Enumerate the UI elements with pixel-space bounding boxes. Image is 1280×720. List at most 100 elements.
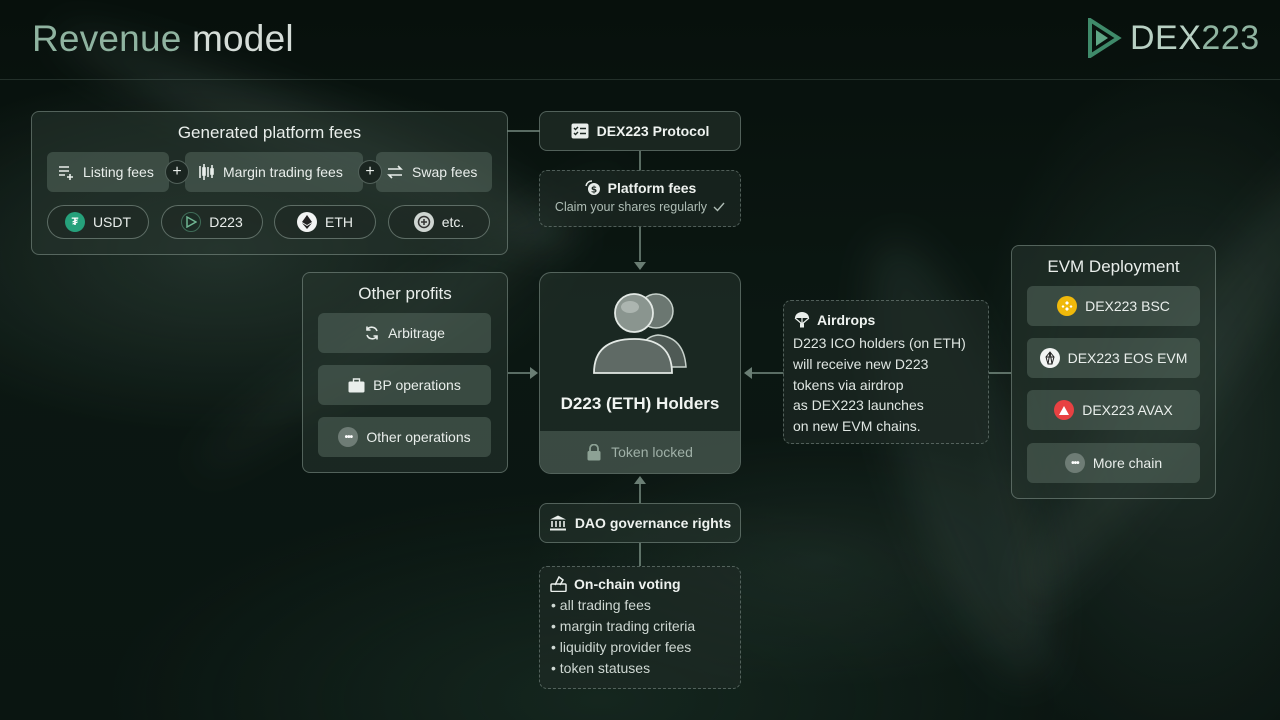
platform-fees-subtitle: Claim your shares regularly [554,200,708,214]
token-usdt: ₮ USDT [47,205,149,239]
evm-more-label: More chain [1092,455,1163,471]
ethereum-icon [297,212,317,232]
ballot-icon [550,576,567,592]
profit-arbitrage-label: Arbitrage [388,325,445,341]
header-divider [0,79,1280,80]
airdrops-line: tokens via airdrop [793,376,904,393]
page-title: Revenue model [32,18,294,60]
candlestick-icon [199,164,214,180]
voting-list-item: • margin trading criteria [551,618,696,634]
list-add-icon [59,166,73,180]
platform-fees-header: $ Platform fees [540,180,740,196]
chip-listing-fees: Listing fees [47,152,169,192]
logo-text: DEX223 [1130,19,1260,58]
token-eth: ETH [274,205,376,239]
bsc-icon [1057,296,1078,316]
arrow-into-holders-top [634,262,646,270]
voting-list-item: • all trading fees [551,597,651,613]
voting-item-text: liquidity provider fees [559,639,692,655]
airdrops-line: as DEX223 launches [793,397,924,414]
chip-margin-label: Margin trading fees [223,164,343,180]
tether-icon: ₮ [64,212,85,232]
connector-platformfees-holders [639,227,641,261]
evm-bsc-label: DEX223 BSC [1085,298,1170,314]
chip-listing-label: Listing fees [83,164,154,180]
arrow-into-holders-left [530,367,538,379]
airdrops-header: Airdrops [794,311,988,329]
voting-title: On-chain voting [574,576,681,592]
holders-title: D223 (ETH) Holders [560,394,720,413]
chip-swap-fees: Swap fees [376,152,492,192]
connector-airdrops-holders [752,372,784,374]
profit-other-label: Other operations [366,429,471,445]
more-dots-icon: ••• [1064,453,1085,473]
evm-more-chain: ••• More chain [1027,443,1200,483]
more-coins-icon [413,212,434,232]
logo-name: DEX [1130,18,1202,57]
airdrops-box: Airdrops D223 ICO holders (on ETH) will … [783,300,989,444]
token-d223: D223 [161,205,263,239]
airdrops-line: will receive new D223 [793,355,929,372]
logo-number: 223 [1201,18,1260,57]
title-part2: model [192,18,294,59]
token-d223-label: D223 [209,214,243,230]
connector-fees-protocol [507,130,540,132]
profit-bp-operations: BP operations [318,365,491,405]
checklist-icon [571,123,589,139]
protocol-box: DEX223 Protocol [539,111,741,151]
lock-icon [587,443,601,460]
eos-icon [1039,348,1060,368]
platform-fees-title: Platform fees [607,180,697,196]
platform-fees-sub: Claim your shares regularly [540,200,740,214]
title-part1: Revenue [32,18,182,59]
parachute-icon [794,312,810,328]
svg-text:$: $ [591,186,597,196]
token-usdt-label: USDT [92,214,132,230]
airdrops-text: D223 ICO holders (on ETH) will receive n… [793,333,988,437]
coin-claim-icon: $ [584,180,600,196]
users-icon [593,293,687,374]
arrow-into-holders-right [744,367,752,379]
evm-avax: DEX223 AVAX [1027,390,1200,430]
connector-dao-voting [639,543,641,566]
voting-item-text: all trading fees [559,597,651,613]
checkmark-icon [713,202,725,212]
fees-title: Generated platform fees [177,123,362,142]
token-locked-label: Token locked [611,444,693,460]
evm-eos: DEX223 EOS EVM [1027,338,1200,378]
token-etc-label: etc. [441,214,465,230]
voting-list-item: • token statuses [551,660,651,676]
dao-box: DAO governance rights [539,503,741,543]
voting-list-item: • liquidity provider fees [551,639,692,655]
airdrops-line: on new EVM chains. [793,418,921,435]
arrow-into-holders-bottom [634,476,646,484]
connector-dao-holders [639,484,641,503]
briefcase-icon [348,377,365,392]
chip-margin-fees: Margin trading fees [185,152,363,192]
plus-sign-2: + [358,160,382,184]
platform-fees-box: $ Platform fees Claim your shares regula… [539,170,741,227]
voting-list: • all trading fees • margin trading crit… [551,595,740,679]
profit-arbitrage: Arbitrage [318,313,491,353]
airdrops-title: Airdrops [817,312,876,328]
profit-bp-label: BP operations [373,377,461,393]
connector-profits-holders [508,372,530,374]
evm-title: EVM Deployment [1047,257,1180,276]
swap-arrows-icon [387,165,403,179]
voting-box: On-chain voting • all trading fees • mar… [539,566,741,689]
dao-label: DAO governance rights [574,515,732,531]
d223-icon [181,212,202,232]
token-etc: etc. [388,205,490,239]
bank-icon [549,515,566,531]
chip-swap-label: Swap fees [412,164,478,180]
protocol-label: DEX223 Protocol [596,123,710,139]
dex223-logo: DEX223 [1086,18,1260,58]
airdrops-line: D223 ICO holders (on ETH) [793,335,966,351]
evm-eos-label: DEX223 EOS EVM [1067,350,1188,366]
voting-item-text: margin trading criteria [559,618,696,634]
evm-avax-label: DEX223 AVAX [1082,402,1173,418]
refresh-icon [366,326,378,340]
holders-box: D223 (ETH) Holders Token locked [539,272,741,474]
voting-item-text: token statuses [559,660,651,676]
token-eth-label: ETH [325,214,353,230]
